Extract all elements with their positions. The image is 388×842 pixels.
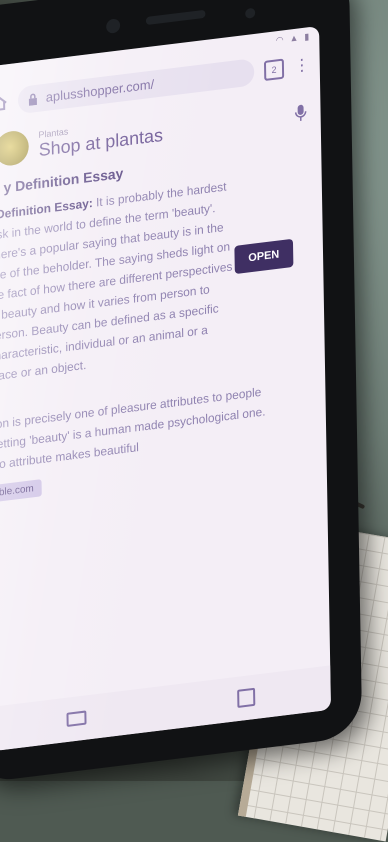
home-icon[interactable] bbox=[0, 93, 8, 113]
microphone-icon[interactable] bbox=[294, 103, 307, 123]
signal-icon: ▲ bbox=[289, 32, 299, 44]
lock-icon bbox=[28, 93, 37, 106]
url-text: aplusshopper.com/ bbox=[45, 76, 155, 105]
earpiece bbox=[145, 9, 206, 26]
sensor bbox=[245, 7, 256, 19]
front-camera bbox=[106, 18, 121, 34]
wifi-icon: ◠ bbox=[275, 33, 284, 45]
ad-logo bbox=[0, 129, 30, 168]
battery-icon: ▮ bbox=[304, 30, 310, 42]
source-chip[interactable]: ble.com bbox=[0, 479, 42, 503]
recent-apps-icon[interactable] bbox=[66, 710, 87, 727]
phone-screen: ◠ ▲ ▮ aplusshopper.com/ 2 ⋮ Plantas Shop… bbox=[0, 25, 331, 752]
tabs-icon[interactable]: 2 bbox=[263, 58, 285, 81]
more-menu-icon[interactable]: ⋮ bbox=[294, 56, 310, 75]
phone: ◠ ▲ ▮ aplusshopper.com/ 2 ⋮ Plantas Shop… bbox=[0, 0, 363, 785]
android-nav-bar bbox=[0, 665, 331, 752]
home-nav-icon[interactable] bbox=[237, 687, 256, 708]
